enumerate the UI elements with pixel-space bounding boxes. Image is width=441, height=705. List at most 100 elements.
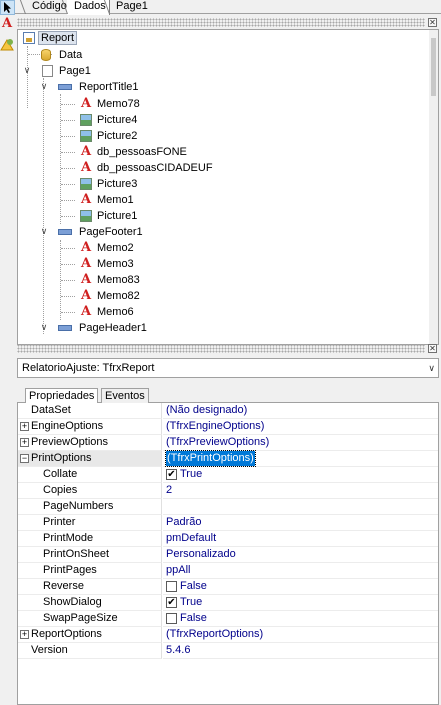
tab-propriedades[interactable]: Propriedades bbox=[25, 388, 99, 404]
tree-node-label: Memo6 bbox=[97, 306, 134, 318]
property-row-swappagesize[interactable]: SwapPageSize False bbox=[18, 611, 438, 627]
tree-node-label: Memo83 bbox=[97, 274, 140, 286]
property-row-printonsheet[interactable]: PrintOnSheet Personalizado bbox=[18, 547, 438, 563]
property-row-collate[interactable]: Collate ✔ True bbox=[18, 467, 438, 483]
expand-icon[interactable]: + bbox=[20, 422, 29, 431]
property-row-printmode[interactable]: PrintMode pmDefault bbox=[18, 531, 438, 547]
property-name-cell: + PreviewOptions bbox=[18, 435, 162, 451]
chevron-down-icon[interactable]: ∨ bbox=[22, 64, 32, 76]
tree-node-label: Page1 bbox=[59, 65, 91, 77]
close-icon[interactable]: ✕ bbox=[428, 344, 437, 353]
tree-line bbox=[61, 264, 75, 265]
property-value-cell[interactable] bbox=[163, 499, 438, 515]
property-name-cell: DataSet bbox=[18, 403, 162, 419]
property-value: (TfrxEngineOptions) bbox=[166, 420, 265, 432]
property-value-cell[interactable]: False bbox=[163, 611, 438, 627]
chevron-down-icon[interactable]: ∨ bbox=[428, 359, 435, 377]
property-name: PrintOnSheet bbox=[43, 548, 110, 560]
property-grid: DataSet (Não designado) + EngineOptions … bbox=[17, 403, 439, 705]
memo-icon: A bbox=[80, 240, 92, 255]
panel-grip[interactable] bbox=[17, 18, 425, 27]
property-name-cell: + ReportOptions bbox=[18, 627, 162, 643]
tab-page1[interactable]: Page1 bbox=[109, 0, 151, 14]
property-value-cell[interactable]: pmDefault bbox=[163, 531, 438, 547]
tab-dados[interactable]: Dados bbox=[67, 0, 110, 15]
panel-grip[interactable] bbox=[17, 344, 425, 353]
property-row-copies[interactable]: Copies 2 bbox=[18, 483, 438, 499]
property-value: (Não designado) bbox=[166, 404, 248, 416]
property-value: False bbox=[180, 612, 207, 624]
property-value-cell[interactable]: 5.4.6 bbox=[163, 643, 438, 659]
checkbox-unchecked[interactable] bbox=[166, 613, 177, 624]
tab-label: Dados bbox=[74, 0, 106, 12]
property-value-cell[interactable]: (TfrxPrintOptions) bbox=[163, 450, 438, 467]
property-row-reverse[interactable]: Reverse False bbox=[18, 579, 438, 595]
property-row-reportoptions[interactable]: + ReportOptions (TfrxReportOptions) bbox=[18, 627, 438, 643]
property-name-cell: Collate bbox=[18, 467, 162, 483]
property-value: True bbox=[180, 596, 203, 608]
property-value-cell[interactable]: Personalizado bbox=[163, 547, 438, 563]
property-row-printoptions[interactable]: − PrintOptions (TfrxPrintOptions) bbox=[18, 450, 438, 467]
property-row-showdialog[interactable]: ShowDialog ✔ True bbox=[18, 595, 438, 611]
property-row-previewoptions[interactable]: + PreviewOptions (TfrxPreviewOptions) bbox=[18, 435, 438, 451]
band-icon bbox=[58, 325, 72, 331]
property-value-cell[interactable]: (TfrxReportOptions) bbox=[163, 627, 438, 643]
property-name-cell: + EngineOptions bbox=[18, 419, 162, 435]
property-name-cell: Copies bbox=[18, 483, 162, 499]
property-value-cell[interactable]: (Não designado) bbox=[163, 403, 438, 419]
object-selector[interactable]: RelatorioAjuste: TfrxReport ∨ bbox=[17, 358, 439, 378]
property-value-cell[interactable]: ppAll bbox=[163, 563, 438, 579]
property-name-cell: PrintMode bbox=[18, 531, 162, 547]
band-icon bbox=[58, 84, 72, 90]
chevron-down-icon[interactable]: ∨ bbox=[39, 225, 49, 237]
close-icon[interactable]: ✕ bbox=[428, 18, 437, 27]
tree-line bbox=[43, 78, 44, 334]
property-row-printpages[interactable]: PrintPages ppAll bbox=[18, 563, 438, 579]
memo-icon: A bbox=[80, 192, 92, 207]
text-tool-icon[interactable]: A bbox=[0, 17, 15, 32]
report-icon bbox=[23, 32, 35, 44]
tree-line bbox=[61, 152, 75, 153]
property-value-cell[interactable]: 2 bbox=[163, 483, 438, 499]
collapse-icon[interactable]: − bbox=[20, 454, 29, 463]
tree-line bbox=[61, 280, 75, 281]
expand-icon[interactable]: + bbox=[20, 438, 29, 447]
property-name: ReportOptions bbox=[31, 628, 102, 640]
property-name: PrintPages bbox=[43, 564, 97, 576]
property-value-cell[interactable]: ✔ True bbox=[163, 595, 438, 611]
property-name: PrintOptions bbox=[31, 452, 92, 464]
tab-eventos[interactable]: Eventos bbox=[101, 388, 149, 403]
memo-icon: A bbox=[80, 144, 92, 159]
property-value: ppAll bbox=[166, 564, 191, 576]
tab-label: Propriedades bbox=[29, 390, 95, 402]
shape-tool-icon[interactable] bbox=[0, 37, 15, 52]
pointer-icon[interactable] bbox=[0, 0, 15, 15]
expand-icon[interactable]: + bbox=[20, 630, 29, 639]
tree-scrollbar[interactable] bbox=[429, 30, 438, 344]
property-row-pagenumbers[interactable]: PageNumbers bbox=[18, 499, 438, 515]
tree-line bbox=[61, 104, 75, 105]
property-value-cell[interactable]: (TfrxEngineOptions) bbox=[163, 419, 438, 435]
property-value-cell[interactable]: ✔ True bbox=[163, 467, 438, 483]
memo-icon: A bbox=[80, 256, 92, 271]
checkbox-unchecked[interactable] bbox=[166, 581, 177, 592]
property-row-dataset[interactable]: DataSet (Não designado) bbox=[18, 403, 438, 419]
chevron-down-icon[interactable]: ∨ bbox=[39, 80, 49, 92]
property-value-cell[interactable]: (TfrxPreviewOptions) bbox=[163, 435, 438, 451]
property-value-cell[interactable]: Padrão bbox=[163, 515, 438, 531]
tree-line bbox=[61, 184, 75, 185]
tree-node-label: Data bbox=[59, 49, 83, 61]
property-name-cell: ShowDialog bbox=[18, 595, 162, 611]
checkbox-checked[interactable]: ✔ bbox=[166, 469, 177, 480]
picture-icon bbox=[80, 178, 92, 190]
chevron-down-icon[interactable]: ∨ bbox=[39, 321, 49, 333]
property-row-printer[interactable]: Printer Padrão bbox=[18, 515, 438, 531]
property-value-cell[interactable]: False bbox=[163, 579, 438, 595]
property-row-engineoptions[interactable]: + EngineOptions (TfrxEngineOptions) bbox=[18, 419, 438, 435]
property-row-version[interactable]: Version 5.4.6 bbox=[18, 643, 438, 659]
scrollbar-thumb[interactable] bbox=[431, 38, 436, 96]
tree-node-label: Picture2 bbox=[97, 130, 138, 142]
tree-node-label: db_pessoasFONE bbox=[97, 146, 187, 158]
checkbox-checked[interactable]: ✔ bbox=[166, 597, 177, 608]
property-name: PageNumbers bbox=[43, 500, 114, 512]
